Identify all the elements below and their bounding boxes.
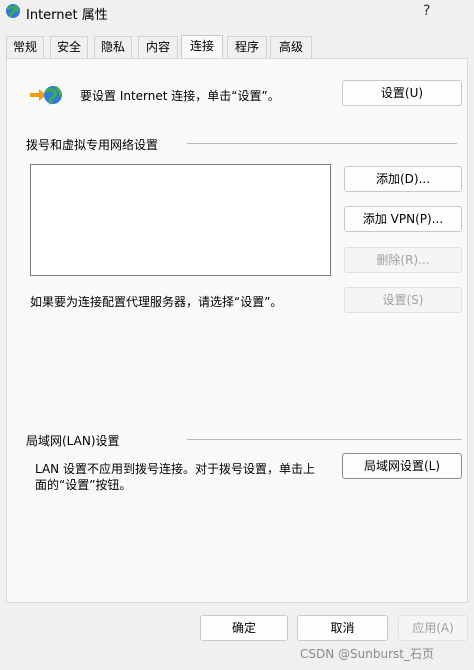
- connections-panel: 要设置 Internet 连接，单击“设置”。 设置(U) 拨号和虚拟专用网络设…: [6, 58, 468, 603]
- watermark: CSDN @Sunburst_石页: [300, 647, 434, 661]
- tab-security[interactable]: 安全: [50, 36, 88, 58]
- tab-general[interactable]: 常规: [6, 36, 44, 58]
- cancel-button[interactable]: 取消: [297, 615, 388, 641]
- add-vpn-button[interactable]: 添加 VPN(P)...: [344, 206, 462, 232]
- globe-connection-icon: [30, 86, 62, 105]
- remove-button[interactable]: 删除(R)...: [344, 247, 462, 273]
- apply-button[interactable]: 应用(A): [398, 615, 468, 641]
- window-title: Internet 属性: [26, 8, 108, 23]
- lan-settings-button[interactable]: 局域网设置(L): [342, 453, 462, 479]
- dialup-separator: [187, 143, 457, 144]
- ok-button[interactable]: 确定: [200, 615, 288, 641]
- tab-connections[interactable]: 连接: [181, 35, 223, 59]
- tab-privacy[interactable]: 隐私: [94, 36, 132, 58]
- tab-programs[interactable]: 程序: [227, 36, 267, 58]
- lan-heading: 局域网(LAN)设置: [26, 434, 120, 448]
- tab-advanced[interactable]: 高级: [270, 36, 312, 58]
- connections-list[interactable]: [30, 164, 331, 276]
- lan-description-line2: 面的“设置”按钮。: [35, 478, 132, 492]
- settings-button[interactable]: 设置(S): [344, 287, 462, 313]
- internet-globe-icon: [6, 4, 20, 18]
- add-button[interactable]: 添加(D)...: [344, 166, 462, 192]
- setup-description: 要设置 Internet 连接，单击“设置”。: [80, 89, 280, 103]
- proxy-description: 如果要为连接配置代理服务器，请选择“设置”。: [30, 295, 283, 309]
- setup-button[interactable]: 设置(U): [342, 80, 462, 106]
- lan-description-line1: LAN 设置不应用到拨号连接。对于拨号设置，单击上: [35, 462, 315, 476]
- tab-content[interactable]: 内容: [138, 36, 178, 58]
- title-bar: Internet 属性 ?: [0, 0, 474, 26]
- lan-separator: [187, 439, 462, 440]
- dialup-heading: 拨号和虚拟专用网络设置: [26, 138, 159, 152]
- tab-strip: 常规 安全 隐私 内容 连接 程序 高级: [0, 35, 474, 59]
- help-icon[interactable]: ?: [423, 3, 430, 19]
